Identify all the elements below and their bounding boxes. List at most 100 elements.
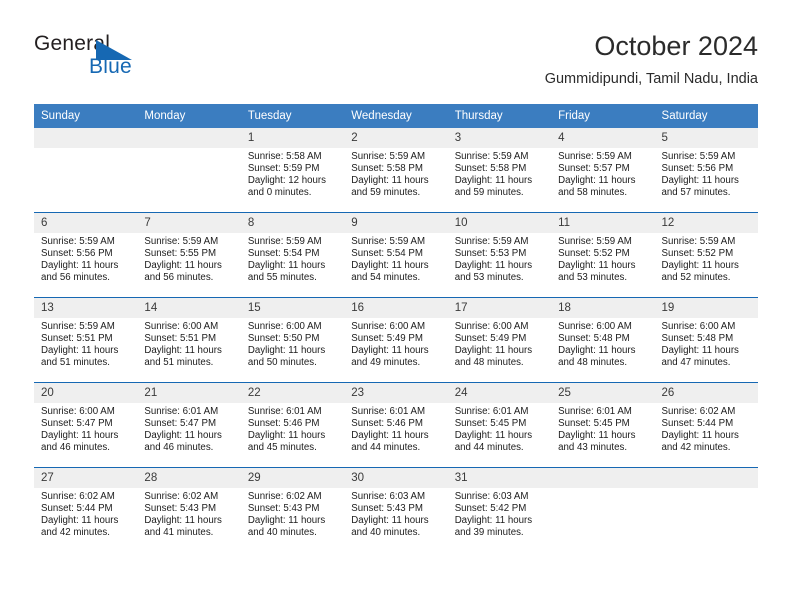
day-detail-line: Daylight: 11 hours — [351, 175, 429, 187]
day-number: 10 — [447, 213, 552, 233]
calendar-day-cell[interactable]: 20 Sunrise: 6:00 AM Sunset: 5:47 PM Dayligh… — [34, 382, 138, 468]
calendar-day-cell[interactable]: 25 Sunrise: 6:01 AM Sunset: 5:45 PM Dayligh… — [551, 382, 655, 468]
day-detail-line: Sunset: 5:50 PM — [247, 333, 320, 345]
day-detail-line: Sunrise: 6:01 AM — [144, 406, 219, 417]
day-detail-line: and 46 minutes. — [41, 442, 110, 454]
calendar-day-cell[interactable]: 27 Sunrise: 6:02 AM Sunset: 5:44 PM Dayligh… — [34, 467, 138, 552]
calendar-day-cell[interactable]: 22 Sunrise: 6:01 AM Sunset: 5:46 PM Dayligh… — [240, 382, 345, 468]
day-detail-line: Sunset: 5:48 PM — [558, 333, 630, 345]
calendar-day-cell[interactable]: 11 Sunrise: 5:59 AM Sunset: 5:52 PM Dayligh… — [551, 212, 655, 298]
calendar-day-cell[interactable]: 19 Sunrise: 6:00 AM Sunset: 5:48 PM Dayligh… — [654, 297, 758, 383]
calendar-day-cell-empty — [137, 128, 241, 213]
day-details — [655, 488, 758, 491]
calendar-day-cell[interactable]: 28 Sunrise: 6:02 AM Sunset: 5:43 PM Dayligh… — [137, 467, 241, 552]
page-title: October 2024 — [594, 31, 758, 61]
day-number: 4 — [551, 128, 655, 148]
day-details: Sunrise: 5:59 AM Sunset: 5:54 PM Daylight:… — [241, 233, 344, 284]
day-detail-line: Sunset: 5:46 PM — [351, 418, 423, 430]
calendar-week-row: 27 Sunrise: 6:02 AM Sunset: 5:44 PM Dayligh… — [34, 467, 758, 552]
calendar-day-cell[interactable]: 9 Sunrise: 5:59 AM Sunset: 5:54 PM Daylight… — [344, 212, 448, 298]
day-detail-line: and 56 minutes. — [41, 272, 110, 284]
day-detail-line: and 45 minutes. — [247, 442, 317, 454]
calendar-day-cell[interactable]: 24 Sunrise: 6:01 AM Sunset: 5:45 PM Dayligh… — [447, 382, 552, 468]
day-detail-line: Sunset: 5:47 PM — [144, 418, 217, 430]
day-detail-line: and 0 minutes. — [247, 187, 312, 199]
calendar-day-cell[interactable]: 18 Sunrise: 6:00 AM Sunset: 5:48 PM Dayligh… — [551, 297, 655, 383]
day-detail-line: and 42 minutes. — [661, 442, 731, 454]
day-detail-line: Sunset: 5:47 PM — [41, 418, 113, 430]
day-detail-line: Sunset: 5:42 PM — [454, 503, 527, 515]
day-number — [551, 468, 655, 488]
calendar-day-cell[interactable]: 10 Sunrise: 5:59 AM Sunset: 5:53 PM Dayligh… — [447, 212, 552, 298]
day-details: Sunrise: 6:01 AM Sunset: 5:47 PM Daylight:… — [137, 403, 240, 454]
day-detail-line: Sunset: 5:54 PM — [247, 248, 320, 260]
calendar-day-cell[interactable]: 26 Sunrise: 6:02 AM Sunset: 5:44 PM Dayligh… — [654, 382, 758, 468]
calendar-day-cell[interactable]: 7 Sunrise: 5:59 AM Sunset: 5:55 PM Daylight… — [137, 212, 241, 298]
day-details: Sunrise: 5:59 AM Sunset: 5:52 PM Daylight:… — [655, 233, 758, 284]
day-number: 14 — [137, 298, 241, 318]
day-detail-line: Sunset: 5:57 PM — [558, 163, 630, 175]
day-number — [34, 128, 138, 148]
day-details — [137, 148, 240, 151]
day-detail-line: Sunrise: 6:03 AM — [454, 491, 529, 502]
day-detail-line: and 53 minutes. — [558, 272, 628, 284]
day-detail-line: Sunset: 5:58 PM — [351, 163, 423, 175]
day-details: Sunrise: 5:58 AM Sunset: 5:59 PM Daylight:… — [241, 148, 344, 199]
day-detail-line: and 40 minutes. — [351, 527, 421, 539]
calendar-day-cell[interactable]: 13 Sunrise: 5:59 AM Sunset: 5:51 PM Dayligh… — [34, 297, 138, 383]
calendar-day-cell[interactable]: 12 Sunrise: 5:59 AM Sunset: 5:52 PM Dayligh… — [654, 212, 758, 298]
calendar-day-cell[interactable]: 1 Sunrise: 5:58 AM Sunset: 5:59 PM Daylight… — [240, 128, 345, 213]
day-detail-line: Daylight: 11 hours — [247, 430, 326, 442]
day-detail-line: Sunset: 5:43 PM — [247, 503, 320, 515]
day-details: Sunrise: 5:59 AM Sunset: 5:58 PM Daylight:… — [448, 148, 551, 199]
day-detail-line: Daylight: 11 hours — [661, 175, 739, 187]
calendar-day-cell[interactable]: 17 Sunrise: 6:00 AM Sunset: 5:49 PM Dayligh… — [447, 297, 552, 383]
day-detail-line: Sunset: 5:56 PM — [661, 163, 734, 175]
day-details: Sunrise: 5:59 AM Sunset: 5:54 PM Daylight:… — [344, 233, 447, 284]
calendar-day-cell[interactable]: 21 Sunrise: 6:01 AM Sunset: 5:47 PM Dayligh… — [137, 382, 241, 468]
day-detail-line: and 48 minutes. — [558, 357, 628, 369]
day-number: 25 — [551, 383, 655, 403]
calendar-day-cell[interactable]: 5 Sunrise: 5:59 AM Sunset: 5:56 PM Daylight… — [654, 128, 758, 213]
calendar-day-cell[interactable]: 6 Sunrise: 5:59 AM Sunset: 5:56 PM Daylight… — [34, 212, 138, 298]
calendar-day-cell[interactable]: 2 Sunrise: 5:59 AM Sunset: 5:58 PM Daylight… — [344, 128, 448, 213]
calendar-day-cell[interactable]: 29 Sunrise: 6:02 AM Sunset: 5:43 PM Dayligh… — [240, 467, 345, 552]
calendar-day-cell[interactable]: 8 Sunrise: 5:59 AM Sunset: 5:54 PM Daylight… — [240, 212, 345, 298]
day-number: 8 — [240, 213, 345, 233]
day-detail-line: Sunrise: 6:00 AM — [454, 321, 529, 332]
day-number: 19 — [654, 298, 758, 318]
day-detail-line: Sunrise: 5:59 AM — [661, 236, 736, 247]
day-details: Sunrise: 5:59 AM Sunset: 5:56 PM Daylight:… — [655, 148, 758, 199]
weekday-header-thursday: Thursday — [447, 104, 552, 128]
day-detail-line: and 56 minutes. — [144, 272, 214, 284]
weekday-header-saturday: Saturday — [654, 104, 758, 128]
day-detail-line: Daylight: 11 hours — [661, 345, 739, 357]
day-details: Sunrise: 6:00 AM Sunset: 5:49 PM Daylight:… — [344, 318, 447, 369]
day-detail-line: Sunrise: 6:03 AM — [351, 491, 426, 502]
day-details: Sunrise: 5:59 AM Sunset: 5:57 PM Daylight:… — [551, 148, 654, 199]
calendar-day-cell[interactable]: 30 Sunrise: 6:03 AM Sunset: 5:43 PM Dayligh… — [344, 467, 448, 552]
day-detail-line: Sunrise: 5:58 AM — [247, 151, 322, 162]
day-detail-line: Sunrise: 6:02 AM — [41, 491, 115, 502]
day-detail-line: Sunset: 5:52 PM — [661, 248, 734, 260]
calendar-day-cell[interactable]: 15 Sunrise: 6:00 AM Sunset: 5:50 PM Dayligh… — [240, 297, 345, 383]
day-number: 7 — [137, 213, 241, 233]
day-detail-line: Daylight: 11 hours — [144, 515, 222, 527]
calendar-day-cell[interactable]: 16 Sunrise: 6:00 AM Sunset: 5:49 PM Dayligh… — [344, 297, 448, 383]
day-number: 9 — [344, 213, 448, 233]
calendar-day-cell-empty — [551, 467, 655, 552]
day-detail-line: and 41 minutes. — [144, 527, 214, 539]
day-detail-line: Sunset: 5:49 PM — [351, 333, 423, 345]
day-detail-line: Sunrise: 6:01 AM — [454, 406, 529, 417]
calendar-day-cell[interactable]: 4 Sunrise: 5:59 AM Sunset: 5:57 PM Daylight… — [551, 128, 655, 213]
calendar-day-cell[interactable]: 14 Sunrise: 6:00 AM Sunset: 5:51 PM Dayligh… — [137, 297, 241, 383]
calendar-day-cell[interactable]: 23 Sunrise: 6:01 AM Sunset: 5:46 PM Dayligh… — [344, 382, 448, 468]
day-detail-line: and 58 minutes. — [558, 187, 628, 199]
calendar-day-cell[interactable]: 31 Sunrise: 6:03 AM Sunset: 5:42 PM Dayligh… — [447, 467, 552, 552]
calendar-day-cell[interactable]: 3 Sunrise: 5:59 AM Sunset: 5:58 PM Daylight… — [447, 128, 552, 213]
day-detail-line: Sunrise: 5:59 AM — [351, 151, 426, 162]
day-details: Sunrise: 6:02 AM Sunset: 5:44 PM Daylight:… — [34, 488, 137, 539]
day-detail-line: Daylight: 11 hours — [144, 345, 222, 357]
day-detail-line: Daylight: 11 hours — [41, 515, 119, 527]
day-detail-line: Sunrise: 5:59 AM — [454, 236, 529, 247]
